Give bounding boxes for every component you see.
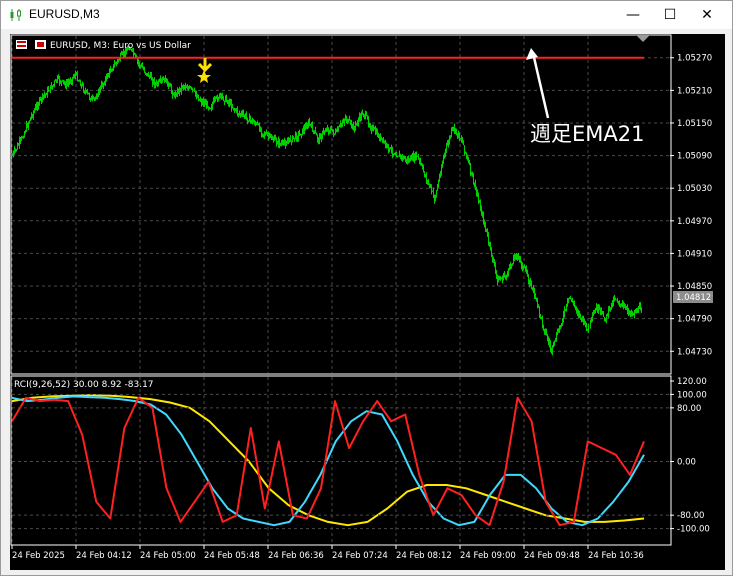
price-tick-label: 1.04850: [677, 282, 712, 292]
rci-tick-label: -100.00: [677, 525, 710, 535]
rci-tick-label: 120.00: [677, 377, 707, 387]
candlestick-icon: [9, 8, 23, 22]
time-tick-label: 24 Feb 07:24: [332, 551, 388, 561]
maximize-button[interactable]: ☐: [652, 1, 688, 29]
price-tick-label: 1.04730: [677, 347, 712, 357]
time-tick-label: 24 Feb 08:12: [396, 551, 452, 561]
price-tick-label: 1.05090: [677, 152, 712, 162]
price-tick-label: 1.05150: [677, 119, 712, 129]
minimize-button[interactable]: —: [615, 1, 651, 29]
time-tick-label: 24 Feb 2025: [12, 551, 65, 561]
time-tick-label: 24 Feb 10:36: [588, 551, 644, 561]
price-tick-label: 1.04790: [677, 315, 712, 325]
window-title: EURUSD,M3: [29, 7, 100, 21]
title-bar[interactable]: EURUSD,M3 — ☐ ✕: [1, 1, 732, 29]
price-tick-label: 1.04970: [677, 217, 712, 227]
time-tick-label: 24 Feb 06:36: [268, 551, 324, 561]
rci-tick-label: 100.00: [677, 390, 707, 400]
terminal-window: EURUSD,M3 — ☐ ✕ EURUSD, M3: Euro vs US D…: [0, 0, 733, 576]
price-tick-label: 1.05270: [677, 54, 712, 64]
price-chart[interactable]: EURUSD, M3: Euro vs US Dollar 週足EMA21 RC…: [10, 34, 725, 570]
rci-tick-label: 0.00: [677, 458, 696, 468]
rci-tick-label: -80.00: [677, 511, 704, 521]
price-tick-label: 1.05210: [677, 86, 712, 96]
price-tick-label: 1.05030: [677, 184, 712, 194]
current-price-label: 1.04812: [676, 293, 711, 303]
time-tick-label: 24 Feb 09:00: [460, 551, 516, 561]
chart-symbol-label: EURUSD, M3: Euro vs US Dollar: [50, 41, 191, 51]
rci-label: RCI(9,26,52) 30.00 8.92 -83.17: [14, 380, 154, 390]
price-tick-label: 1.04910: [677, 249, 712, 259]
ema-annotation: 週足EMA21: [530, 122, 644, 146]
time-tick-label: 24 Feb 04:12: [76, 551, 132, 561]
rci-tick-label: 80.00: [677, 404, 701, 414]
time-tick-label: 24 Feb 05:00: [140, 551, 196, 561]
time-tick-label: 24 Feb 09:48: [524, 551, 580, 561]
close-button[interactable]: ✕: [689, 1, 725, 29]
time-tick-label: 24 Feb 05:48: [204, 551, 260, 561]
chart-area[interactable]: EURUSD, M3: Euro vs US Dollar 週足EMA21 RC…: [10, 34, 725, 570]
